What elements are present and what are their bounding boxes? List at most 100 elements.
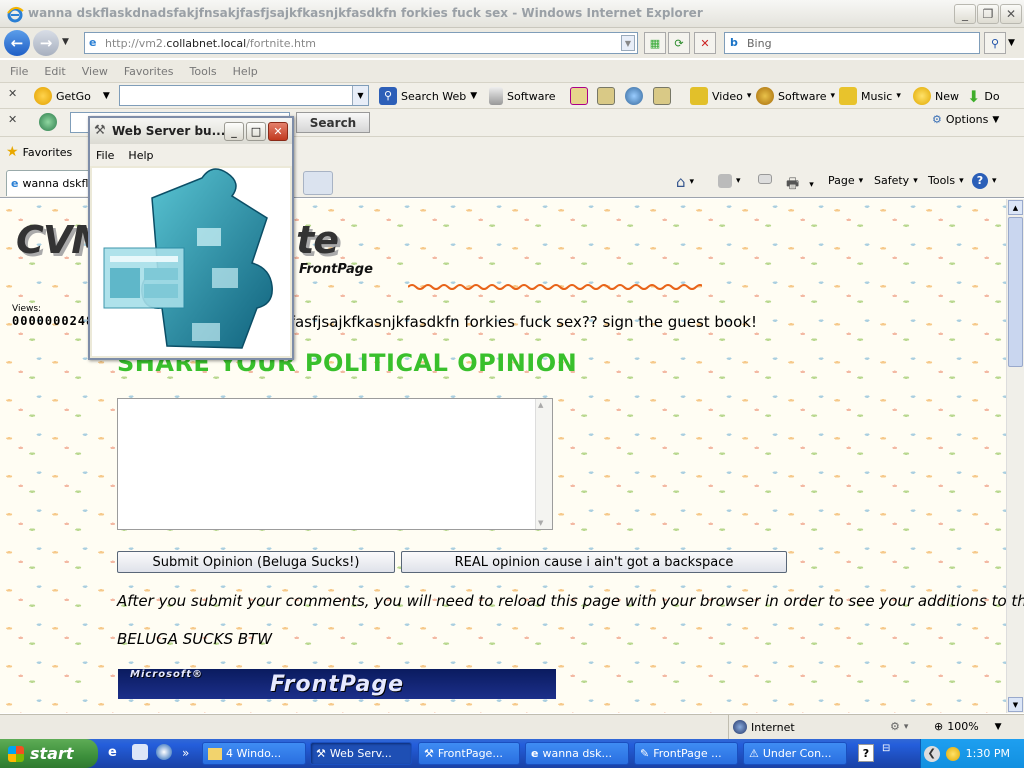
popup-maximize-button[interactable]: □ [246, 122, 266, 141]
task-under-construction[interactable]: ⚠ Under Con... [743, 742, 847, 765]
print-dropdown-icon: ▾ [809, 180, 814, 190]
task-label-3: wanna dsk... [542, 747, 612, 760]
getgo-button[interactable]: GetGo ▼ [34, 87, 110, 105]
frontpage-banner[interactable]: Microsoft® FrontPage [118, 669, 556, 699]
font-button[interactable] [653, 87, 671, 105]
protected-mode-icon[interactable]: ⚙ ▾ [890, 720, 908, 733]
print-button[interactable]: 🖶 ▾ [786, 173, 814, 197]
toolbar2-globe-button[interactable] [39, 113, 57, 131]
search-web-button[interactable]: ⚲ Search Web ▼ [379, 87, 477, 105]
tray-collapse-icon[interactable]: ❮ [923, 745, 940, 762]
scroll-up-icon[interactable]: ▲ [1008, 200, 1023, 215]
opinion-scroll-down-icon[interactable]: ▼ [538, 519, 543, 527]
download-button[interactable]: ⬇ Do [967, 87, 1000, 106]
real-opinion-button[interactable]: REAL opinion cause i ain't got a backspa… [401, 551, 787, 573]
new-button[interactable]: New [913, 87, 959, 105]
back-button[interactable]: ← [4, 30, 30, 56]
quicklaunch-media-icon[interactable] [156, 744, 172, 760]
zone-indicator[interactable]: Internet [733, 720, 795, 734]
history-dropdown-icon[interactable]: ▼ [62, 37, 69, 47]
search-web-dropdown-icon: ▼ [470, 91, 478, 101]
music-icon [839, 87, 857, 105]
menu-tools[interactable]: Tools [190, 65, 217, 78]
video-button[interactable]: Video ▾ [690, 87, 751, 105]
address-dropdown-icon[interactable]: ▼ [621, 35, 635, 51]
toolbar-close-icon[interactable]: ✕ [8, 87, 17, 100]
submit-opinion-button[interactable]: Submit Opinion (Beluga Sucks!) [117, 551, 395, 573]
zoom-label: 100% [947, 720, 979, 733]
task-ie-window[interactable]: e wanna dsk... [525, 742, 629, 765]
scroll-down-icon[interactable]: ▼ [1008, 697, 1023, 712]
page-menu-label: Page [828, 174, 855, 187]
tray-extra-icon[interactable]: ⊟ [882, 743, 890, 754]
start-label: start [30, 744, 74, 763]
new-tab-button[interactable] [303, 171, 333, 195]
globe-button[interactable] [625, 87, 643, 105]
software-label: Software [507, 89, 556, 103]
window-titlebar[interactable]: wanna dskflaskdnadsfakjfnsakjfasfjsajkfk… [0, 0, 1024, 28]
address-field[interactable]: e http://vm2. collabnet.local/fortnite.ht… [84, 32, 638, 54]
bing-search-input[interactable]: b Bing [724, 32, 980, 54]
popup-menu-file[interactable]: File [96, 149, 114, 162]
toolbar2-close-icon[interactable]: ✕ [8, 113, 17, 126]
tray-smiley-icon[interactable] [945, 746, 960, 761]
search-web-label: Search Web [401, 89, 467, 103]
zoom-control[interactable]: ⊕ 100% ▼ [934, 720, 1002, 733]
options-button[interactable]: ⚙ Options ▼ [932, 113, 999, 126]
menu-edit[interactable]: Edit [44, 65, 65, 78]
menu-help[interactable]: Help [233, 65, 258, 78]
getgo-search-input[interactable]: ▼ [119, 85, 369, 106]
popup-minimize-button[interactable]: _ [224, 122, 244, 141]
clock[interactable]: 1:30 PM [966, 747, 1010, 760]
minimize-button[interactable]: _ [954, 4, 976, 24]
quicklaunch-ie-icon[interactable]: e [108, 745, 117, 760]
language-bar-icon[interactable]: ? [858, 744, 874, 762]
menu-view[interactable]: View [82, 65, 108, 78]
favorites-button[interactable]: ★ Favorites [6, 144, 72, 160]
search-options-icon[interactable]: ▼ [1008, 38, 1015, 48]
task-windows-group[interactable]: 4 Windo... [202, 742, 306, 765]
scroll-thumb[interactable] [1008, 217, 1023, 367]
task-frontpage-2[interactable]: ✎ FrontPage ... [634, 742, 738, 765]
menu-file[interactable]: File [10, 65, 28, 78]
getgo-label: GetGo [56, 89, 91, 103]
stop-icon[interactable]: ✕ [694, 32, 716, 54]
quicklaunch-explorer-icon[interactable] [132, 744, 148, 760]
music-button[interactable]: Music ▾ [839, 87, 901, 105]
tab-current[interactable]: e wanna dskfla [6, 170, 92, 196]
quicklaunch-expand-icon[interactable]: » [182, 746, 189, 760]
compatibility-icon[interactable]: ▦ [644, 32, 666, 54]
frontpage-banner-text: FrontPage [270, 671, 404, 697]
software2-button[interactable]: Software ▾ [756, 87, 835, 105]
help-button[interactable]: ? ▾ [972, 173, 997, 189]
opinion-scroll-up-icon[interactable]: ▲ [538, 401, 543, 409]
opinion-scrollbar[interactable]: ▲ ▼ [535, 399, 552, 529]
forward-button[interactable]: → [33, 30, 59, 56]
feeds-button[interactable]: ▾ [718, 174, 741, 188]
start-button[interactable]: start [0, 739, 98, 768]
rss-button[interactable] [570, 87, 588, 105]
beluga-text: BELUGA SUCKS BTW [117, 630, 273, 648]
menu-favorites[interactable]: Favorites [124, 65, 174, 78]
mail-button[interactable] [758, 174, 772, 184]
getgo-search-dropdown-icon[interactable]: ▼ [352, 86, 368, 105]
opinion-textarea[interactable] [117, 398, 553, 530]
refresh-icon[interactable]: ⟳ [668, 32, 690, 54]
web-server-window[interactable]: ⚒ Web Server bu... _ □ ✕ File Help [88, 116, 294, 360]
page-menu[interactable]: Page ▾ [828, 174, 863, 187]
home-button[interactable]: ⌂ ▾ [676, 173, 694, 191]
camera-button[interactable] [597, 87, 615, 105]
close-button[interactable]: ✕ [1000, 4, 1022, 24]
toolbar2-search-button[interactable]: Search [296, 112, 370, 133]
search-icon[interactable]: ⚲ [984, 32, 1006, 54]
popup-close-button[interactable]: ✕ [268, 122, 288, 141]
safety-menu[interactable]: Safety ▾ [874, 174, 918, 187]
maximize-button[interactable]: ❐ [977, 4, 999, 24]
software-button[interactable]: Software [489, 87, 556, 105]
popup-menu-help[interactable]: Help [128, 149, 153, 162]
task-frontpage-1[interactable]: ⚒ FrontPage... [418, 742, 520, 765]
task-web-server[interactable]: ⚒ Web Serv... [310, 742, 412, 765]
page-scrollbar[interactable]: ▲ ▼ [1006, 199, 1024, 713]
task-frontpage-icon: ⚒ [424, 747, 434, 760]
tools-menu[interactable]: Tools ▾ [928, 174, 964, 187]
